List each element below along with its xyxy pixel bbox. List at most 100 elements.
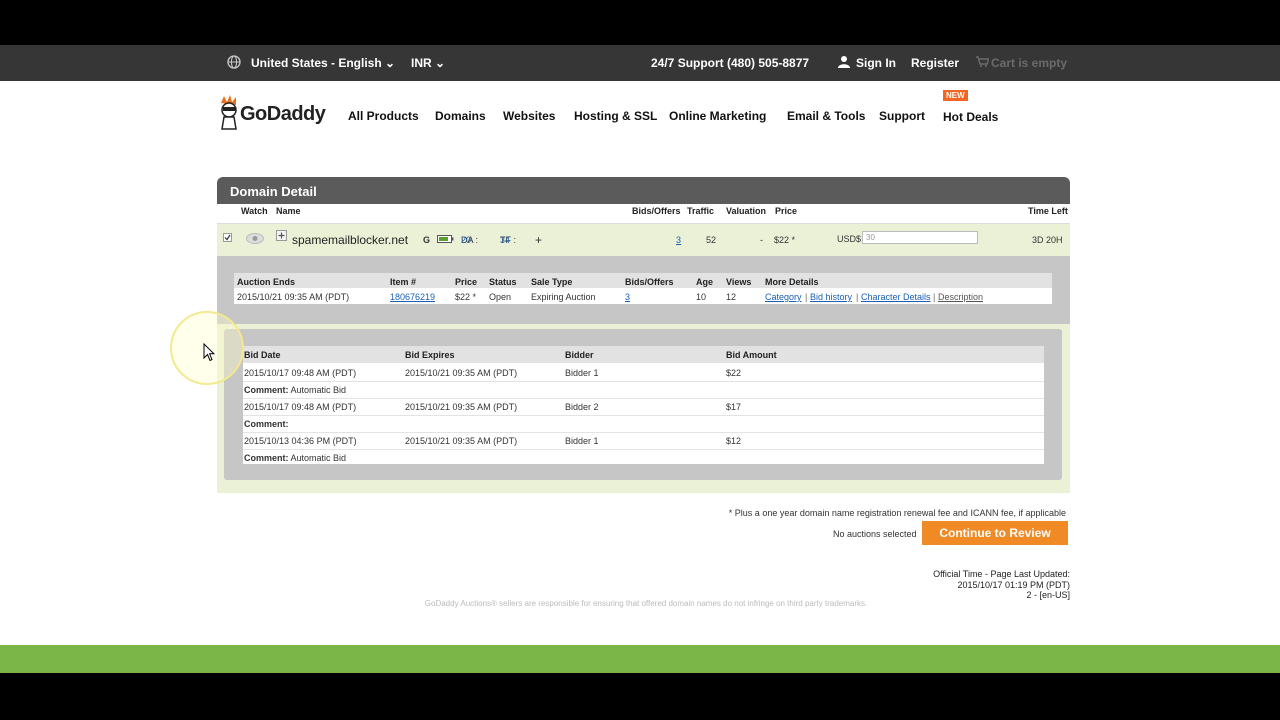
bid-comment: Comment: [244,419,289,429]
col-name: Name [276,206,301,216]
auction-sale-type: Expiring Auction [531,292,596,302]
bid-expires: 2015/10/21 09:35 AM (PDT) [405,402,518,412]
support-phone[interactable]: 24/7 Support (480) 505-8877 [651,56,809,70]
auction-ends: 2015/10/21 09:35 AM (PDT) [237,292,350,302]
auction-detail-section: Auction Ends Item # Price Status Sale Ty… [217,256,1070,324]
domain-detail-panel: Domain Detail Watch Name Bids/Offers Tra… [217,177,1070,493]
godaddy-logo[interactable]: GoDaddy [218,93,326,133]
bid-comment: Comment: Automatic Bid [244,453,346,463]
battery-icon [437,235,454,245]
nav-all-products[interactable]: All Products [348,109,419,123]
nav-online-marketing[interactable]: Online Marketing [669,109,766,123]
auction-col-more: More Details [765,277,819,287]
bids-count-link[interactable]: 3 [676,235,681,245]
currency-selector[interactable]: INR ⌄ [411,56,445,70]
comment-label: Comment: [244,385,289,395]
description-link[interactable]: Description [938,292,983,302]
col-traffic: Traffic [687,206,715,216]
panel-title: Domain Detail [230,184,317,199]
col-time-left: Time Left [1028,206,1068,216]
bid-history-link[interactable]: Bid history [810,292,852,302]
price-value: $22 * [774,235,796,245]
nav-websites[interactable]: Websites [503,109,555,123]
bid-amount-input[interactable]: 30 [862,231,978,244]
bid-bidder: Bidder 1 [565,368,599,378]
link-separator: | [805,292,808,302]
nav-hot-deals[interactable]: Hot Deals [943,110,998,124]
official-time-block: Official Time - Page Last Updated: 2015/… [933,569,1070,601]
auction-bids-link[interactable]: 3 [625,292,630,302]
currency-label: INR [411,56,432,70]
domain-name[interactable]: spamemailblocker.net [292,233,408,247]
nav-hosting-ssl[interactable]: Hosting & SSL [574,109,657,123]
row-divider [243,398,1044,399]
auction-col-bids: Bids/Offers [625,277,674,287]
valuation-value: - [760,235,763,245]
bid-date: 2015/10/17 09:48 AM (PDT) [244,368,357,378]
nav-domains[interactable]: Domains [435,109,486,123]
auction-status: Open [489,292,512,302]
usd-label: USD$ [837,234,862,244]
auction-detail-table: Auction Ends Item # Price Status Sale Ty… [234,273,1052,307]
character-details-link[interactable]: Character Details [861,292,931,302]
new-badge: NEW [943,90,968,101]
chevron-down-icon: ⌄ [385,56,396,70]
watch-eye-icon[interactable] [246,233,264,246]
cart-link[interactable]: Cart is empty [991,56,1067,70]
bid-date: 2015/10/13 04:36 PM (PDT) [244,436,357,446]
official-time-value: 2015/10/17 01:19 PM (PDT) [957,579,1070,590]
nav-email-tools[interactable]: Email & Tools [787,109,865,123]
item-number-link[interactable]: 180676219 [390,292,435,302]
auction-col-price: Price [455,277,478,287]
bid-comment: Comment: Automatic Bid [244,385,346,395]
auction-col-ends: Auction Ends [237,277,295,287]
trademark-disclaimer: GoDaddy Auctions® sellers are responsibl… [424,599,868,608]
main-header: GoDaddy All Products Domains Websites Ho… [0,81,1280,151]
auction-col-sale-type: Sale Type [531,277,573,287]
auction-col-item: Item # [390,277,417,287]
no-auctions-text: No auctions selected [833,529,917,539]
bid-header-row: Bid Date Bid Expires Bidder Bid Amount [243,346,1044,363]
domain-row: spamemailblocker.net G DA : 20 TF : 34 +… [217,223,1070,257]
bid-history-section: Bid Date Bid Expires Bidder Bid Amount 2… [217,324,1070,493]
logo-wordmark: GoDaddy [240,103,326,125]
bid-bidder: Bidder 1 [565,436,599,446]
select-checkbox[interactable] [223,233,232,244]
col-price: Price [775,206,798,216]
bid-col-amount: Bid Amount [726,350,777,360]
mouse-cursor-icon [203,342,216,367]
renewal-fee-note: * Plus a one year domain name registrati… [728,508,1066,518]
auction-col-views: Views [726,277,752,287]
continue-to-review-button[interactable]: Continue to Review [922,521,1068,545]
link-separator: | [933,292,936,302]
da-value: 20 [461,235,472,245]
register-link[interactable]: Register [911,56,959,70]
auction-col-age: Age [696,277,714,287]
col-valuation: Valuation [726,206,767,216]
bid-date: 2015/10/17 09:48 AM (PDT) [244,402,357,412]
expand-icon[interactable] [276,230,287,243]
chevron-down-icon: ⌄ [435,56,446,70]
official-time-label: Official Time - Page Last Updated: [933,569,1070,579]
cart-icon [976,56,990,70]
auction-header-row: Auction Ends Item # Price Status Sale Ty… [234,273,1052,288]
locale-selector[interactable]: United States - English ⌄ [251,56,395,70]
bid-history-table: Bid Date Bid Expires Bidder Bid Amount 2… [243,346,1044,464]
nav-support[interactable]: Support [879,109,925,123]
locale-label: United States - English [251,56,382,70]
user-icon [838,55,850,71]
col-watch: Watch [241,206,268,216]
add-metric-button[interactable]: + [535,233,542,247]
auction-views: 12 [726,292,737,302]
panel-header: Domain Detail [217,177,1070,204]
bid-amount: $17 [726,402,742,412]
row-divider [243,415,1044,416]
row-divider [243,432,1044,433]
bid-amount: $12 [726,436,742,446]
footer-bar [0,645,1280,673]
category-link[interactable]: Category [765,292,802,302]
bid-bidder: Bidder 2 [565,402,599,412]
traffic-value: 52 [706,235,717,245]
sign-in-link[interactable]: Sign In [856,56,896,70]
godaddy-guy-icon [221,95,237,130]
